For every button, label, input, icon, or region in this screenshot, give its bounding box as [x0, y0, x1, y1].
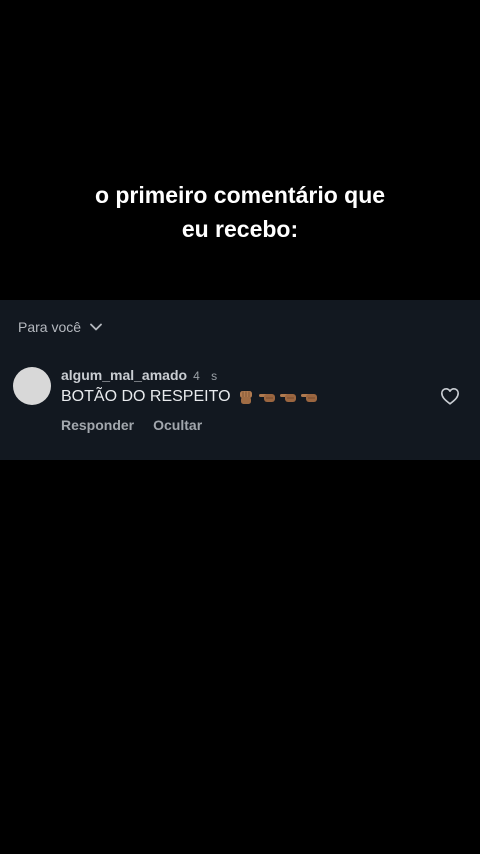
chevron-down-icon: [90, 323, 102, 331]
comment-emojis: [237, 388, 318, 406]
hide-button[interactable]: Ocultar: [153, 417, 202, 433]
video-caption: o primeiro comentário que eu recebo:: [0, 178, 480, 246]
comment-username[interactable]: algum_mal_amado: [61, 367, 187, 383]
pointing-hand-icon: [300, 394, 317, 402]
comment-meta: algum_mal_amado 4 s: [61, 367, 221, 383]
raised-fist-icon: [239, 391, 252, 404]
comment-text: BOTÃO DO RESPEITO: [61, 388, 231, 405]
comment-timestamp: 4 s: [193, 369, 222, 383]
heart-icon[interactable]: [440, 387, 460, 405]
avatar[interactable]: [13, 367, 51, 405]
reply-button[interactable]: Responder: [61, 417, 134, 433]
caption-line-2: eu recebo:: [181, 216, 299, 242]
comment-body: BOTÃO DO RESPEITO: [61, 388, 318, 406]
comment-sort-label: Para você: [18, 319, 82, 335]
comment-sort-dropdown[interactable]: Para você: [18, 319, 102, 335]
comment-actions: Responder Ocultar: [61, 417, 202, 433]
caption-line-1: o primeiro comentário que: [94, 182, 386, 208]
pointing-hand-icon: [279, 394, 296, 402]
pointing-hand-icon: [258, 394, 275, 402]
video-screen: o primeiro comentário que eu recebo: Par…: [0, 0, 480, 854]
comment-panel: Para você algum_mal_amado 4 s BOTÃO DO R…: [0, 300, 480, 460]
